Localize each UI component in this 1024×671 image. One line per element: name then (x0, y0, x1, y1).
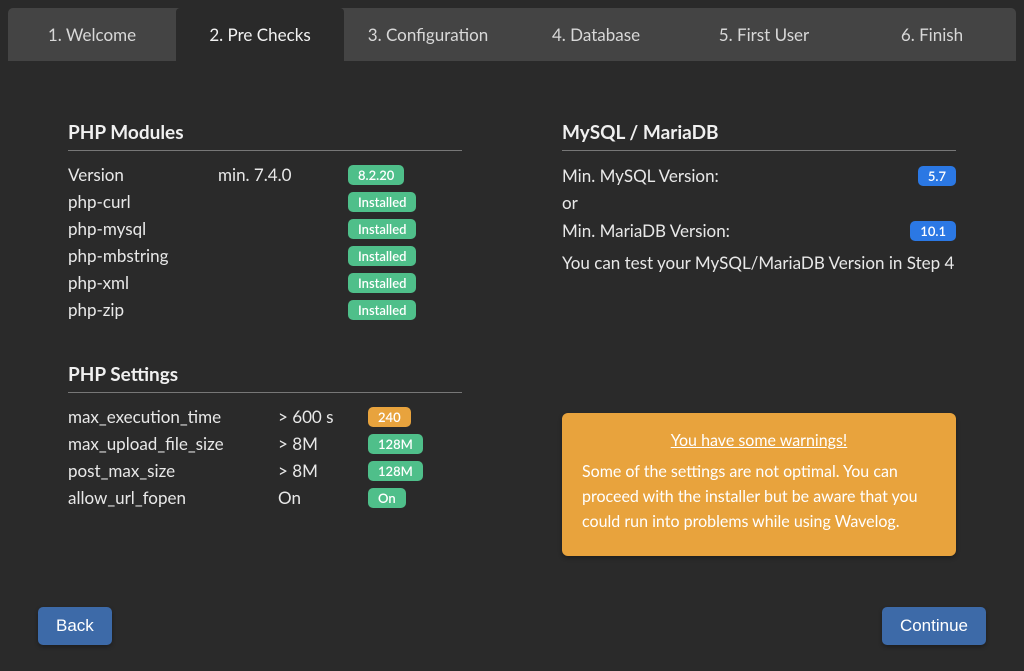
setting-requirement: > 600 s (278, 406, 368, 427)
installer-panel: 1. Welcome 2. Pre Checks 3. Configuratio… (8, 8, 1016, 663)
status-badge: 10.1 (910, 221, 956, 241)
module-row-mbstring: php-mbstring Installed (68, 242, 462, 269)
php-modules-title: PHP Modules (68, 121, 462, 151)
setting-name: max_execution_time (68, 406, 278, 427)
continue-button[interactable]: Continue (882, 607, 986, 645)
status-badge: Installed (348, 192, 416, 212)
tab-pre-checks[interactable]: 2. Pre Checks (176, 8, 344, 61)
alert-body: Some of the settings are not optimal. Yo… (582, 460, 936, 534)
tab-first-user[interactable]: 5. First User (680, 8, 848, 61)
db-name: Min. MySQL Version: (562, 165, 918, 186)
module-row-curl: php-curl Installed (68, 188, 462, 215)
setting-row-upload: max_upload_file_size > 8M 128M (68, 430, 462, 457)
status-badge: 128M (368, 461, 423, 481)
setting-name: max_upload_file_size (68, 433, 278, 454)
setting-row-max-exec: max_execution_time > 600 s 240 (68, 403, 462, 430)
setting-requirement: > 8M (278, 433, 368, 454)
module-row-xml: php-xml Installed (68, 269, 462, 296)
back-button[interactable]: Back (38, 607, 112, 645)
status-badge: Installed (348, 300, 416, 320)
db-row-mariadb: Min. MariaDB Version: 10.1 (562, 216, 956, 244)
php-settings-title: PHP Settings (68, 363, 462, 393)
status-badge: Installed (348, 246, 416, 266)
module-name: php-mysql (68, 218, 218, 239)
alert-title: You have some warnings! (582, 431, 936, 450)
setting-row-url-fopen: allow_url_fopen On On (68, 484, 462, 511)
module-requirement: min. 7.4.0 (218, 164, 348, 185)
content-area: PHP Modules Version min. 7.4.0 8.2.20 ph… (8, 61, 1016, 607)
db-section: MySQL / MariaDB Min. MySQL Version: 5.7 … (562, 121, 956, 273)
module-name: php-mbstring (68, 245, 218, 266)
php-modules-section: PHP Modules Version min. 7.4.0 8.2.20 ph… (68, 121, 462, 323)
warning-alert: You have some warnings! Some of the sett… (562, 413, 956, 556)
setting-name: post_max_size (68, 460, 278, 481)
db-row-or: or (562, 189, 956, 216)
db-title: MySQL / MariaDB (562, 121, 956, 151)
module-row-version: Version min. 7.4.0 8.2.20 (68, 161, 462, 188)
status-badge: Installed (348, 273, 416, 293)
tab-finish[interactable]: 6. Finish (848, 8, 1016, 61)
status-badge: 240 (368, 407, 411, 427)
module-row-zip: php-zip Installed (68, 296, 462, 323)
setting-row-post-max: post_max_size > 8M 128M (68, 457, 462, 484)
tab-database[interactable]: 4. Database (512, 8, 680, 61)
module-row-mysql: php-mysql Installed (68, 215, 462, 242)
php-settings-section: PHP Settings max_execution_time > 600 s … (68, 363, 462, 511)
tab-configuration[interactable]: 3. Configuration (344, 8, 512, 61)
setting-name: allow_url_fopen (68, 487, 278, 508)
module-name: php-curl (68, 191, 218, 212)
db-or-label: or (562, 192, 956, 213)
footer-buttons: Back Continue (8, 607, 1016, 663)
right-column: MySQL / MariaDB Min. MySQL Version: 5.7 … (562, 121, 956, 587)
status-badge: 128M (368, 434, 423, 454)
setting-requirement: On (278, 487, 368, 508)
db-name: Min. MariaDB Version: (562, 220, 910, 241)
status-badge: Installed (348, 219, 416, 239)
left-column: PHP Modules Version min. 7.4.0 8.2.20 ph… (68, 121, 462, 587)
module-name: Version (68, 164, 218, 185)
module-name: php-zip (68, 299, 218, 320)
status-badge: 5.7 (918, 166, 956, 186)
db-row-mysql: Min. MySQL Version: 5.7 (562, 161, 956, 189)
status-badge: On (368, 488, 406, 508)
tab-welcome[interactable]: 1. Welcome (8, 8, 176, 61)
module-name: php-xml (68, 272, 218, 293)
status-badge: 8.2.20 (348, 165, 404, 185)
db-note: You can test your MySQL/MariaDB Version … (562, 252, 956, 273)
wizard-tabs: 1. Welcome 2. Pre Checks 3. Configuratio… (8, 8, 1016, 61)
setting-requirement: > 8M (278, 460, 368, 481)
